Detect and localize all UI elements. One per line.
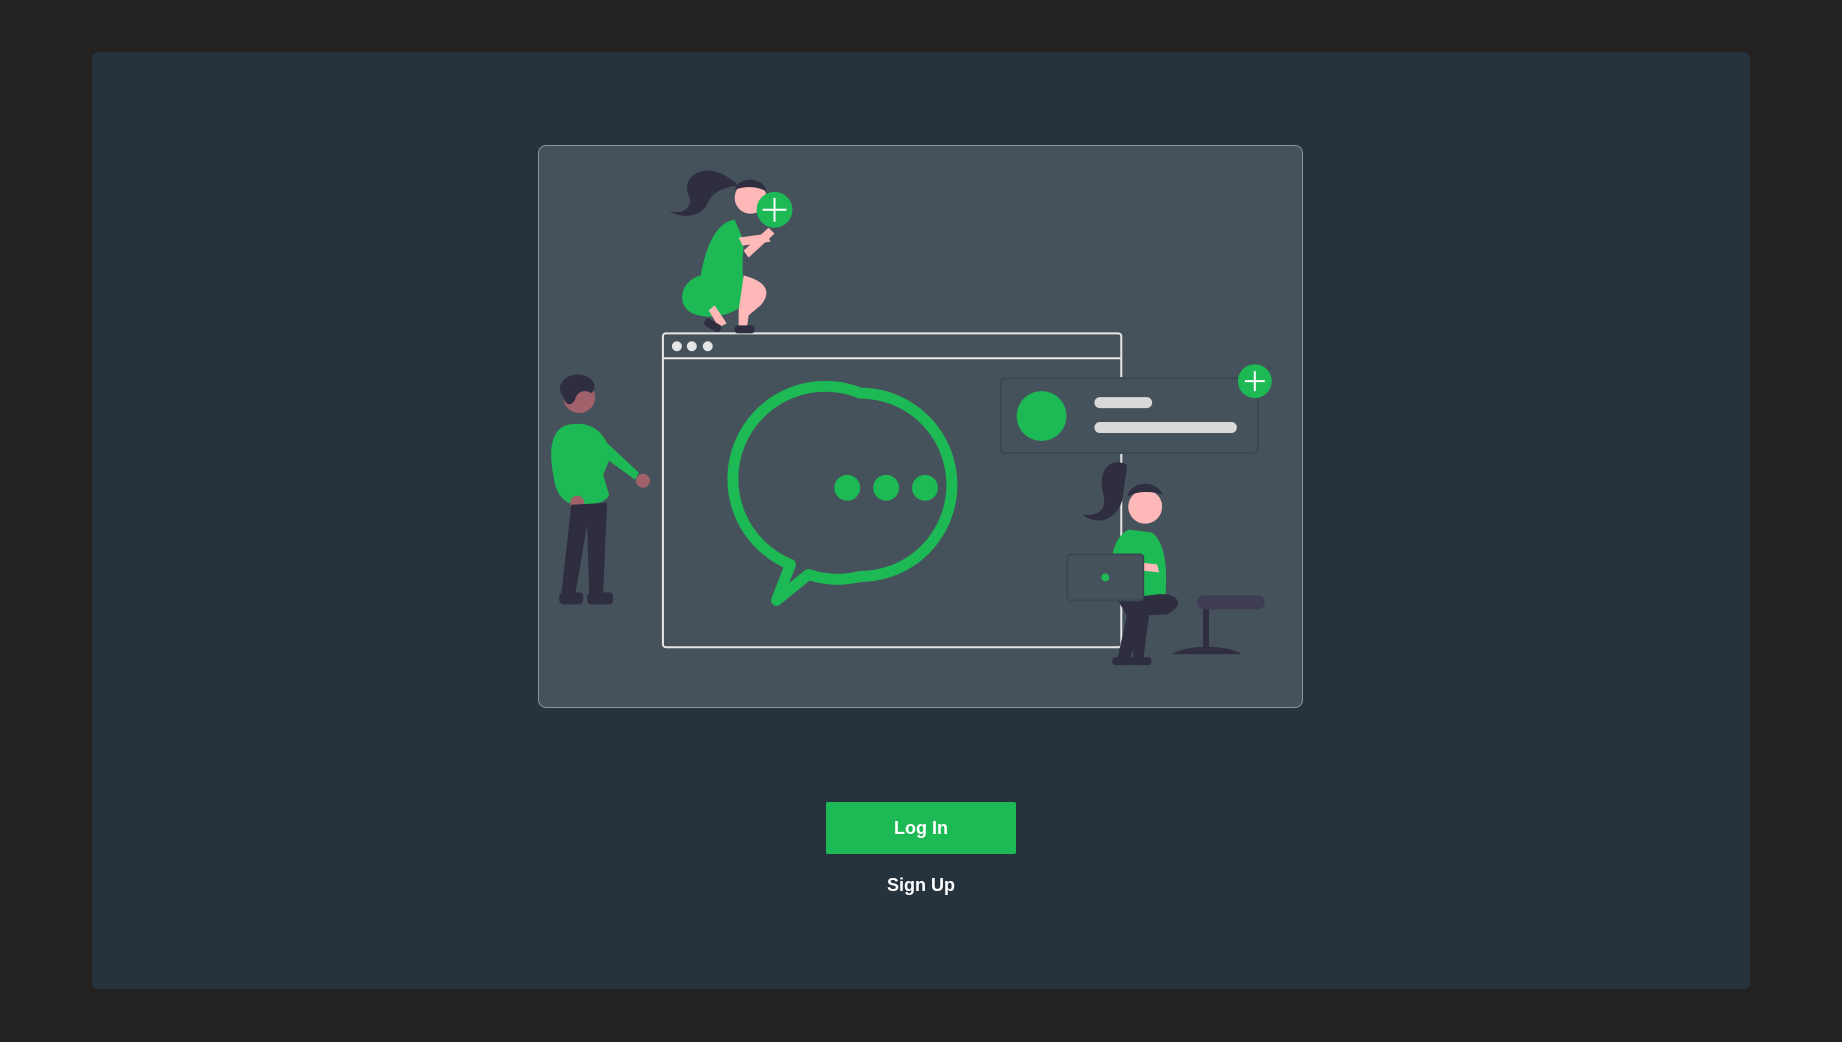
chat-bubble-icon <box>727 380 958 606</box>
laptop-icon <box>1066 553 1145 602</box>
chat-app-illustration <box>538 145 1303 708</box>
woman-crouching-figure <box>668 170 793 334</box>
login-button[interactable]: Log In <box>826 802 1016 854</box>
seated-woman-figure <box>1066 462 1265 666</box>
standing-man-figure <box>551 374 650 605</box>
signup-link[interactable]: Sign Up <box>820 870 1022 900</box>
contact-card <box>999 377 1259 454</box>
plus-icon <box>1237 364 1272 399</box>
